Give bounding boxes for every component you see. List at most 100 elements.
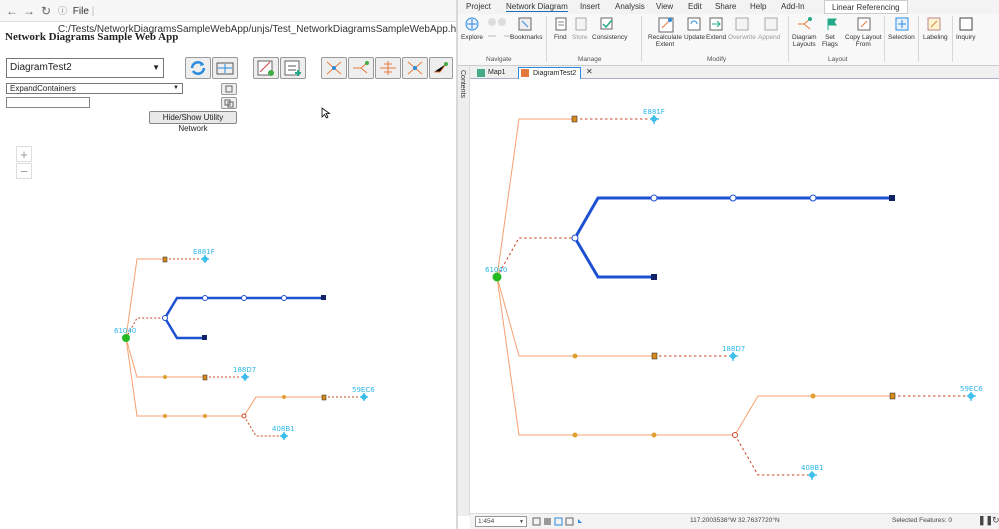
web-label-408b1: 408B1 <box>272 425 295 433</box>
pro-label-408b1: 408B1 <box>801 464 824 472</box>
tab-add-in[interactable]: Add-In <box>781 2 805 11</box>
inquiry-icon <box>959 17 973 31</box>
ribbon-separator <box>788 16 789 62</box>
copy-layout-label-2: From <box>855 41 871 48</box>
diagram-layouts-button[interactable]: Diagram Layouts <box>792 34 817 48</box>
tab-edit[interactable]: Edit <box>688 2 702 11</box>
recalculate-label-1: Recalculate <box>648 34 682 41</box>
ribbon-separator <box>546 16 547 62</box>
tab-analysis[interactable]: Analysis <box>615 2 645 11</box>
web-label-59ec6: 59EC6 <box>352 386 375 394</box>
update-icon <box>687 17 701 31</box>
ribbon-separator <box>641 16 642 62</box>
pro-label-188d7: 188D7 <box>722 345 745 353</box>
web-label-root: 61040 <box>114 327 136 335</box>
selected-features: Selected Features: 0 <box>892 517 952 524</box>
ribbon-tabs: Project Network Diagram Insert Analysis … <box>458 0 999 14</box>
set-flags-button[interactable]: Set Flags <box>822 34 838 48</box>
tab-network-diagram[interactable]: Network Diagram <box>506 2 568 12</box>
layout-group-label: Layout <box>828 56 848 63</box>
inquiry-button[interactable]: Inquiry <box>956 34 976 41</box>
tab-project[interactable]: Project <box>466 2 491 11</box>
extend-button[interactable]: Extend <box>706 34 726 41</box>
coordinates-readout: 117.2003538°W 32.7637720°N <box>690 517 780 524</box>
web-app-browser: ← → ↻ ⓘ File | C:/Tests/NetworkDiagramsS… <box>0 0 469 529</box>
pro-diagram-view[interactable]: 61040 E881F 188D7 59EC6 408B1 <box>470 80 999 512</box>
find-button[interactable]: Find <box>554 34 567 41</box>
labeling-icon <box>927 17 941 31</box>
selection-icon <box>895 17 909 31</box>
pro-label-e881f: E881F <box>643 108 665 116</box>
view-tabs: Map1 DiagramTest2 ✕ <box>470 66 999 79</box>
web-diagram-orange-edges <box>125 258 324 417</box>
pro-diagram-orange-edges <box>496 118 893 436</box>
web-diagram-thick-edges <box>163 296 324 340</box>
web-diagram-dashed-edges <box>125 258 364 437</box>
set-flags-label-2: Flags <box>822 41 838 48</box>
explore-button[interactable]: Explore <box>461 34 483 41</box>
store-button[interactable]: Store <box>572 34 588 41</box>
modify-group-label: Modify <box>707 56 727 63</box>
pro-diagram-thick-edges <box>573 196 892 279</box>
chevron-down-icon: ▼ <box>519 519 524 525</box>
diagram-icon <box>521 69 529 77</box>
web-label-188d7: 188D7 <box>233 366 256 374</box>
set-flags-label-1: Set <box>825 34 835 41</box>
append-icon <box>764 17 778 31</box>
ribbon: Explore Bookmarks Navigate Find Store Co… <box>458 14 999 66</box>
manage-group-label: Manage <box>578 56 602 63</box>
pro-diagram-dashed-edges <box>496 118 971 476</box>
status-bar: 1:454 ▼ 117.2003538°W 32.7637720°N Selec… <box>470 513 999 529</box>
tab-help[interactable]: Help <box>750 2 766 11</box>
bookmarks-button[interactable]: Bookmarks <box>510 34 543 41</box>
store-icon <box>575 17 587 31</box>
scale-select[interactable]: 1:454 ▼ <box>475 516 527 527</box>
recalculate-extent-icon <box>658 17 674 33</box>
ribbon-separator <box>918 16 919 62</box>
append-button[interactable]: Append <box>758 34 780 41</box>
contents-pane-strip[interactable] <box>458 66 470 516</box>
overwrite-icon <box>735 17 749 31</box>
explore-icon <box>465 17 479 31</box>
labeling-button[interactable]: Labeling <box>923 34 948 41</box>
arcgis-pro-window: Project Network Diagram Insert Analysis … <box>456 0 999 529</box>
pro-diagram-devices <box>650 115 976 480</box>
consistency-button[interactable]: Consistency <box>592 34 627 41</box>
refresh-icon[interactable]: ↻ <box>992 515 999 526</box>
find-icon <box>555 17 567 31</box>
web-diagram-devices <box>201 255 368 440</box>
pause-icon[interactable]: ❚❚ <box>978 515 993 526</box>
recalculate-label-2: Extent <box>655 41 675 48</box>
tab-share[interactable]: Share <box>715 2 736 11</box>
copy-layout-label-1: Copy Layout <box>845 34 882 41</box>
web-root-node[interactable] <box>122 334 130 342</box>
overwrite-button[interactable]: Overwrite <box>728 34 756 41</box>
navigate-group-label: Navigate <box>486 56 512 63</box>
ribbon-separator <box>952 16 953 62</box>
copy-layout-icon <box>857 17 871 31</box>
tab-linear-referencing[interactable]: Linear Referencing <box>824 0 908 14</box>
selection-button[interactable]: Selection <box>888 34 915 41</box>
copy-layout-button[interactable]: Copy Layout From <box>845 34 882 48</box>
pro-diagram-junctions <box>492 115 896 438</box>
recalculate-extent-button[interactable]: Recalculate Extent <box>648 34 682 48</box>
ribbon-separator <box>884 16 885 62</box>
tab-view[interactable]: View <box>656 2 673 11</box>
contents-label[interactable]: Contents <box>459 70 466 98</box>
diagram-layouts-icon <box>798 17 812 30</box>
bookmarks-icon <box>518 17 532 31</box>
extend-icon <box>709 17 723 31</box>
scale-value: 1:454 <box>478 518 495 525</box>
update-button[interactable]: Update <box>684 34 705 41</box>
web-diagram-view[interactable]: 61040 E881F 188D7 59EC6 408B1 <box>0 0 456 529</box>
web-label-e881f: E881F <box>193 248 215 256</box>
map-icon <box>477 69 485 77</box>
pro-label-root: 61040 <box>485 266 507 274</box>
set-flags-icon <box>827 18 837 30</box>
diagram-layouts-label-1: Diagram <box>792 34 817 41</box>
consistency-icon <box>600 17 613 30</box>
web-diagram-junctions <box>122 256 327 419</box>
status-tools-icon <box>532 517 582 526</box>
close-icon[interactable]: ✕ <box>586 67 593 76</box>
tab-insert[interactable]: Insert <box>580 2 600 11</box>
